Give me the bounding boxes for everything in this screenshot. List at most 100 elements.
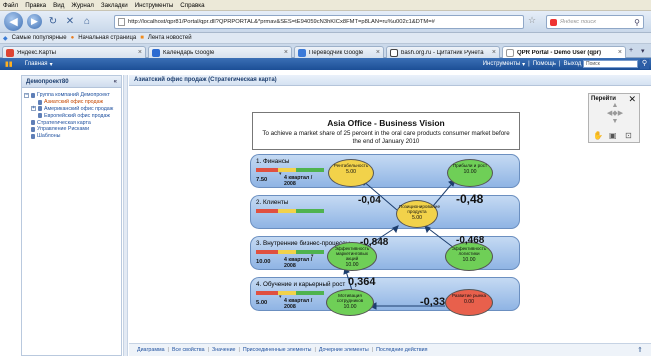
home-icon[interactable]: ⌂ bbox=[81, 15, 93, 29]
bookmark-popular[interactable]: Самые популярные bbox=[12, 35, 67, 41]
tab-label: Переводчик Google bbox=[309, 49, 364, 56]
stop-icon[interactable]: ✕ bbox=[64, 15, 76, 29]
page-icon bbox=[506, 48, 514, 57]
calendar-icon bbox=[152, 48, 160, 57]
expand-icon[interactable]: ⇑ bbox=[637, 346, 643, 354]
objective-name: Развитие рынка bbox=[451, 293, 487, 298]
coefficient-label: 0,364 bbox=[348, 276, 376, 288]
tab-diagram[interactable]: Диаграмма bbox=[137, 347, 165, 353]
tools-menu[interactable]: Инструменты bbox=[483, 61, 520, 67]
pan-control[interactable]: ▲ ◀◆▶ ▼ bbox=[603, 102, 627, 130]
tree-label: Шаблоны bbox=[37, 133, 61, 140]
objective-value: 0.00 bbox=[463, 299, 475, 305]
objective-profitability[interactable]: Рентабельность 5.00 bbox=[328, 159, 374, 187]
tab-recent[interactable]: Последние действия bbox=[376, 347, 427, 353]
add-tab-icon[interactable]: + bbox=[629, 47, 633, 54]
model-icon bbox=[38, 113, 42, 119]
collapse-icon[interactable]: − bbox=[24, 92, 29, 98]
browser-search-input[interactable]: Яндекс поиск ⚲ bbox=[546, 15, 644, 29]
tab-bash[interactable]: bash.org.ru - Цитатник Рунета × bbox=[386, 46, 500, 58]
hand-icon[interactable]: ✋ bbox=[593, 131, 603, 140]
objective-value: 10.00 bbox=[463, 169, 477, 175]
page-title: Азиатский офис продаж (Стратегическая ка… bbox=[134, 77, 277, 83]
objective-logistics[interactable]: Эффективность логистики 10.00 bbox=[445, 242, 493, 271]
objective-name: Позиционирование продукта bbox=[399, 204, 441, 214]
app-logo-icon: ▮▮ bbox=[5, 61, 13, 68]
chevron-down-icon[interactable]: ▾ bbox=[50, 61, 53, 68]
help-link[interactable]: Помощь bbox=[533, 61, 556, 67]
bookmark-news[interactable]: Лента новостей bbox=[148, 35, 192, 41]
separator: | bbox=[528, 61, 530, 67]
forward-button[interactable]: ▶ bbox=[27, 14, 42, 29]
separator: | bbox=[207, 347, 210, 353]
tab-list-icon[interactable]: ▾ bbox=[641, 47, 645, 55]
collapse-icon[interactable]: « bbox=[114, 79, 117, 85]
menu-history[interactable]: Журнал bbox=[71, 2, 94, 9]
objective-motivation[interactable]: Мотивация сотрудников 10.00 bbox=[326, 289, 374, 316]
menu-bookmarks[interactable]: Закладки bbox=[101, 2, 128, 9]
close-icon[interactable]: × bbox=[492, 49, 496, 56]
zoom-icon[interactable]: ▣ bbox=[609, 131, 617, 140]
objective-positioning[interactable]: Позиционирование продукта 5.00 bbox=[396, 200, 441, 228]
coefficient-label: -0,04 bbox=[358, 195, 381, 206]
tab-google-translate[interactable]: Переводчик Google × bbox=[294, 46, 384, 58]
separator: | bbox=[167, 347, 169, 353]
tab-all-properties[interactable]: Все свойства bbox=[172, 347, 205, 353]
menu-file[interactable]: Файл bbox=[3, 2, 18, 9]
pan-up-icon[interactable]: ▲ bbox=[603, 102, 627, 110]
search-icon[interactable]: ⚲ bbox=[640, 59, 649, 69]
menu-edit[interactable]: Правка bbox=[25, 2, 46, 9]
model-icon bbox=[38, 99, 42, 105]
bookmark-start[interactable]: Начальная страница bbox=[78, 35, 136, 41]
tree-label: Управление Рисками bbox=[37, 126, 90, 133]
app-search-input[interactable]: Поиск bbox=[583, 60, 638, 68]
tab-yandex-maps[interactable]: Яндекс.Карты × bbox=[2, 46, 146, 58]
yandex-icon bbox=[550, 18, 557, 26]
tab-label: Календарь Google bbox=[163, 49, 215, 56]
back-button[interactable]: ◀ bbox=[4, 12, 23, 31]
close-icon[interactable]: × bbox=[618, 49, 622, 56]
tree-item-risk[interactable]: Управление Рисками bbox=[24, 126, 119, 133]
tree-item-europe[interactable]: Европейский офис продаж bbox=[24, 112, 119, 119]
tree-item-templates[interactable]: Шаблоны bbox=[24, 133, 119, 140]
tab-qpr-portal[interactable]: QPR Portal - Demo User (qpr) × bbox=[502, 46, 626, 58]
tree-label: Американский офис продаж bbox=[44, 105, 114, 112]
separator: | bbox=[558, 61, 561, 67]
tab-children[interactable]: Дочерние элементы bbox=[319, 347, 369, 353]
tab-value[interactable]: Значение bbox=[212, 347, 236, 353]
menu-view[interactable]: Вид bbox=[53, 2, 64, 9]
pan-down-icon[interactable]: ▼ bbox=[603, 118, 627, 126]
panel-splitter[interactable] bbox=[123, 75, 128, 356]
objective-name: Эффективность логистики bbox=[451, 246, 487, 256]
menu-help[interactable]: Справка bbox=[180, 2, 204, 9]
model-icon bbox=[31, 120, 35, 126]
fit-icon[interactable]: ⊡ bbox=[625, 131, 632, 140]
address-bar[interactable]: http://localhost/qpr81/Portal/qpr.dll?QP… bbox=[114, 15, 524, 29]
tree-item-asia[interactable]: Азиатский офис продаж bbox=[24, 99, 119, 106]
bookmark-star-icon[interactable]: ☆ bbox=[528, 15, 540, 29]
objective-name: Прибыли и рост bbox=[452, 163, 488, 168]
close-icon[interactable]: × bbox=[376, 49, 380, 56]
objective-market-development[interactable]: Развитие рынка 0.00 bbox=[445, 289, 493, 316]
objective-name: Мотивация сотрудников bbox=[336, 293, 364, 303]
tab-attached[interactable]: Присоединенные элементы bbox=[243, 347, 312, 353]
logout-link[interactable]: Выход bbox=[563, 61, 581, 67]
reload-icon[interactable]: ↻ bbox=[47, 15, 59, 29]
home-menu[interactable]: Главная bbox=[25, 61, 48, 67]
chevron-down-icon[interactable]: ▾ bbox=[522, 61, 525, 68]
objective-name: Эффективность маркетинговых акций bbox=[334, 246, 370, 261]
close-icon[interactable]: × bbox=[138, 49, 142, 56]
expand-icon[interactable]: + bbox=[31, 106, 36, 112]
close-icon[interactable]: × bbox=[284, 49, 288, 56]
tab-google-calendar[interactable]: Календарь Google × bbox=[148, 46, 292, 58]
tree-item-america[interactable]: + Американский офис продаж bbox=[24, 106, 119, 113]
search-icon[interactable]: ⚲ bbox=[634, 18, 640, 27]
menu-tools[interactable]: Инструменты bbox=[135, 2, 174, 9]
pan-left-right-icon[interactable]: ◀◆▶ bbox=[603, 110, 627, 118]
objective-profit-growth[interactable]: Прибыли и рост 10.00 bbox=[447, 159, 493, 187]
objective-name: Рентабельность bbox=[333, 163, 369, 168]
tree-item-group[interactable]: − Группа компаний Демопроект bbox=[24, 92, 119, 99]
tab-label: bash.org.ru - Цитатник Рунета bbox=[401, 49, 484, 56]
tree-item-strategy-map[interactable]: Стратегическая карта bbox=[24, 119, 119, 126]
close-icon[interactable]: ✕ bbox=[628, 94, 636, 105]
